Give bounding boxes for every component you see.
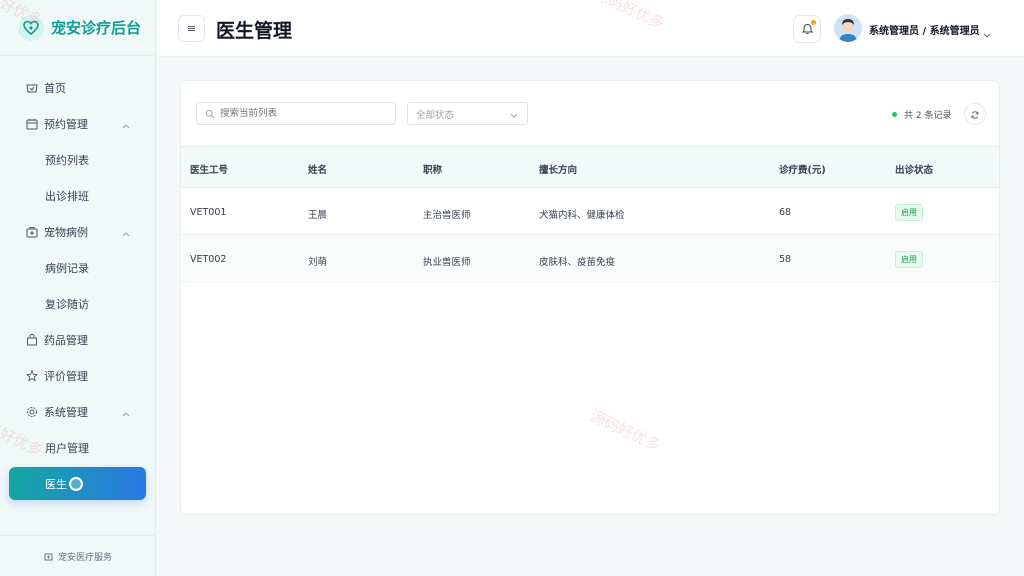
sidebar-item-label: 评价管理 [44,370,88,383]
table-row[interactable]: VET001 王晨 主治兽医师 犬猫内科、健康体检 68 启用 [181,188,999,235]
sidebar-item-label: 系统管理 [44,406,88,419]
loading-cursor-icon [69,476,83,491]
brand[interactable]: 宠安诊疗后台 [0,0,155,56]
sidebar-item-schedule[interactable]: 出诊排班 [0,178,156,214]
refresh-icon [970,105,980,124]
doctor-fee: 68 [779,207,792,218]
doctor-name: 刘萌 [308,257,328,268]
notification-dot [811,20,816,25]
doctor-specialty: 犬猫内科、健康体检 [539,210,625,221]
sidebar-footer: 宠安医疗服务 [0,535,156,576]
sidebar-item-label: 预约管理 [44,118,88,131]
sidebar-item-label: 病例记录 [45,262,89,275]
footer-text: 宠安医疗服务 [57,552,112,563]
chevron-up-icon [122,227,130,240]
notification-button[interactable] [793,15,821,43]
sidebar-item-reviews[interactable]: 评价管理 [0,358,156,394]
doctor-id: VET001 [190,207,227,218]
sidebar-item-label: 药品管理 [44,334,88,347]
table-header: 医生工号 姓名 职称 擅长方向 诊疗费(元) 出诊状态 [181,146,999,188]
sidebar-item-case-records[interactable]: 病例记录 [0,250,156,286]
brand-name: 宠安诊疗后台 [51,19,142,37]
sidebar: 宠安诊疗后台 首页 预约管理 预约列表 出诊排班 宠物病例 病例记录 复诊随访 … [0,0,156,576]
status-badge: 启用 [895,251,923,268]
record-count: 共 2 条记录 [892,108,951,121]
column-header[interactable]: 出诊状态 [895,162,933,176]
hamburger-icon: ≡ [186,22,197,35]
column-header[interactable]: 职称 [423,162,442,176]
sidebar-item-medicine[interactable]: 药品管理 [0,322,156,358]
search-icon [205,104,215,123]
status-filter-select[interactable]: 全部状态 [407,102,528,125]
sidebar-item-label: 出诊排班 [45,190,89,203]
sidebar-item-doctors[interactable]: 医生 [9,467,146,500]
user-name[interactable]: 系统管理员 / 系统管理员 [869,22,980,37]
sidebar-item-label: 用户管理 [45,442,89,455]
sidebar-item-followup[interactable]: 复诊随访 [0,286,156,322]
doctor-specialty: 皮肤科、疫苗免疫 [539,257,616,268]
heart-paw-logo-icon [18,14,44,41]
chevron-up-icon [122,407,130,420]
sidebar-item-label: 预约列表 [45,154,89,167]
sidebar-item-label: 复诊随访 [45,298,89,311]
doctor-list-card: 全部状态 共 2 条记录 医生工号 姓名 职称 擅长方向 诊疗费(元) 出诊状态… [180,80,1000,515]
record-count-text: 共 2 条记录 [904,111,952,121]
column-header[interactable]: 擅长方向 [539,162,577,176]
sidebar-item-label: 宠物病例 [44,226,88,239]
topbar: ≡ 医生管理 系统管理员 / 系统管理员 [157,0,1024,57]
chevron-down-icon [510,111,518,122]
calendar-icon [26,118,38,130]
column-header[interactable]: 诊疗费(元) [779,162,826,176]
sidebar-item-label: 首页 [44,82,66,95]
chevron-up-icon [122,119,130,132]
search-input[interactable] [220,108,390,119]
refresh-button[interactable] [964,103,986,125]
sidebar-item-pet-cases[interactable]: 宠物病例 [0,214,156,250]
doctor-title: 主治兽医师 [423,210,471,221]
avatar[interactable] [834,14,862,42]
doctor-name: 王晨 [308,210,328,221]
column-header[interactable]: 姓名 [308,162,327,176]
search-box[interactable] [196,102,396,125]
sidebar-item-home[interactable]: 首页 [0,70,156,106]
clinic-icon [44,552,53,561]
home-icon [26,82,38,94]
doctor-id: VET002 [190,254,227,265]
sidebar-item-system[interactable]: 系统管理 [0,394,156,430]
medical-case-icon [26,226,38,238]
table-row[interactable]: VET002 刘萌 执业兽医师 皮肤科、疫苗免疫 58 启用 [181,235,999,282]
doctor-title: 执业兽医师 [423,257,471,268]
status-badge: 启用 [895,204,923,221]
gear-icon [26,406,38,418]
chevron-down-icon[interactable] [983,24,991,43]
sidebar-item-appointment-list[interactable]: 预约列表 [0,142,156,178]
page-title: 医生管理 [216,20,293,42]
status-dot [892,112,897,117]
sidebar-menu: 首页 预约管理 预约列表 出诊排班 宠物病例 病例记录 复诊随访 药品管理 评价… [0,70,156,500]
bag-icon [26,334,38,346]
menu-toggle-button[interactable]: ≡ [178,15,205,42]
star-icon [26,370,38,382]
doctor-fee: 58 [779,254,792,265]
sidebar-item-label: 医生 [45,477,67,491]
column-header[interactable]: 医生工号 [190,162,228,176]
sidebar-item-users[interactable]: 用户管理 [0,430,156,466]
status-filter-value: 全部状态 [416,109,455,121]
sidebar-item-appointments[interactable]: 预约管理 [0,106,156,142]
